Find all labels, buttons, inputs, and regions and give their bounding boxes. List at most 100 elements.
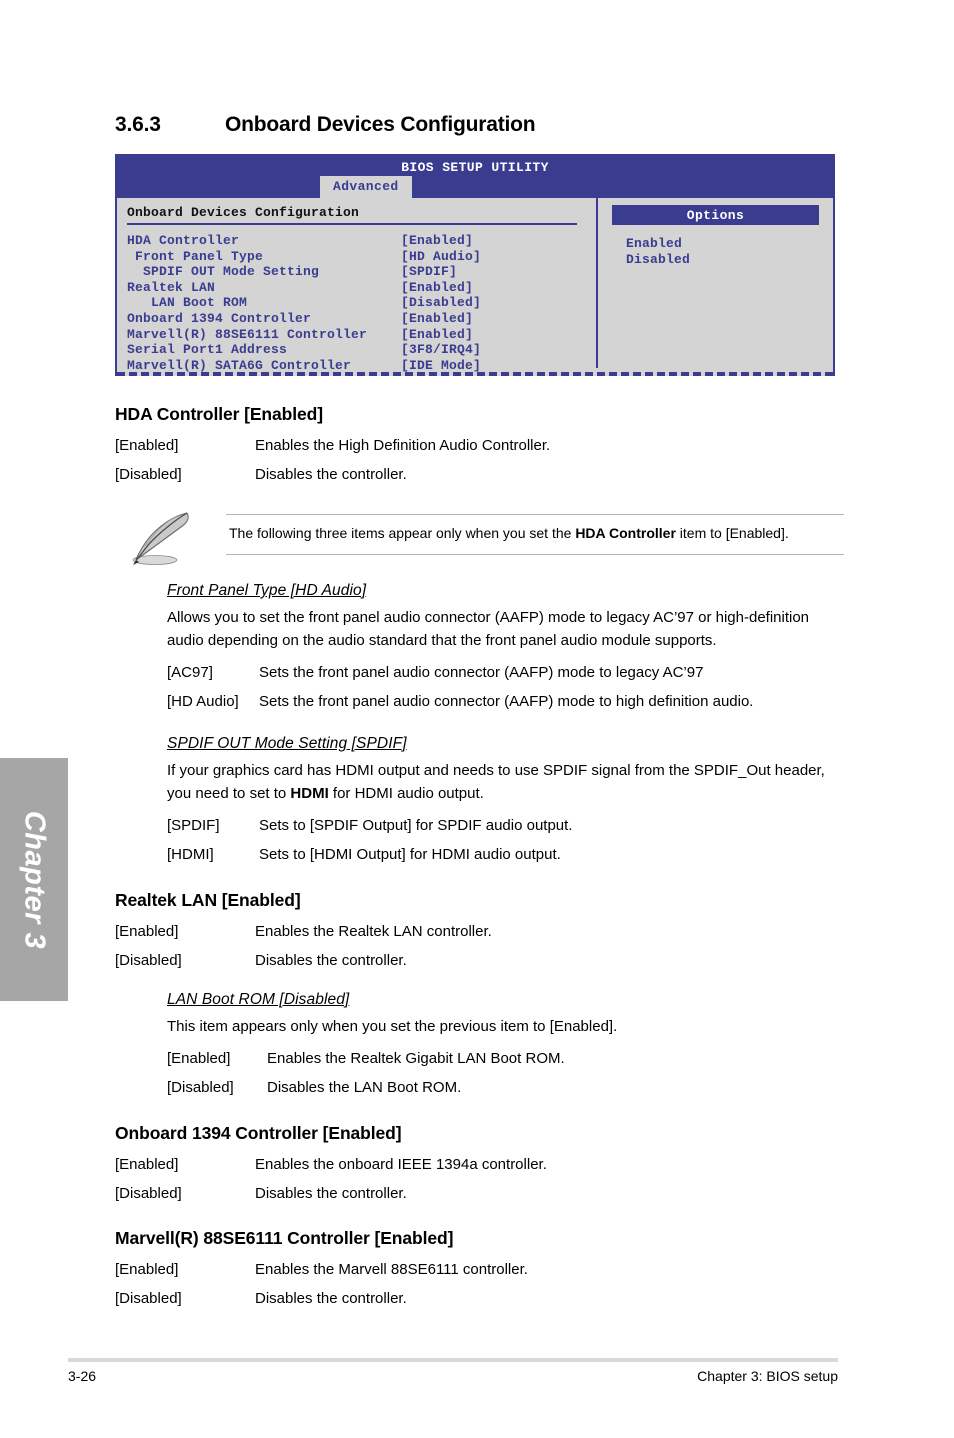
note-text: The following three items appear only wh… xyxy=(229,524,843,542)
bios-setting-value: [IDE Mode] xyxy=(401,357,482,373)
chapter-tab: Chapter 3 xyxy=(0,758,68,1001)
desc-key: [Enabled] xyxy=(167,1050,231,1067)
desc-key: [Enabled] xyxy=(115,1156,179,1173)
bios-setting-label: SPDIF OUT Mode Setting xyxy=(127,264,320,280)
note-text-bold: HDA Controller xyxy=(575,525,676,541)
heading-lan-boot-rom: LAN Boot ROM [Disabled] xyxy=(167,991,350,1008)
bios-setting-label: Onboard 1394 Controller xyxy=(127,310,312,326)
option-item[interactable]: Enabled xyxy=(626,236,833,252)
desc-key: [Disabled] xyxy=(115,1290,182,1307)
bios-body: Onboard Devices Configuration HDA Contro… xyxy=(117,198,833,373)
bios-setting-row[interactable]: Onboard 1394 Controller [Enabled] xyxy=(127,311,596,327)
desc-key: [HD Audio] xyxy=(167,693,239,710)
spdif-para-before: If your graphics card has HDMI output an… xyxy=(167,762,825,802)
bios-setting-value: [Disabled] xyxy=(401,295,482,311)
desc-key: [AC97] xyxy=(167,664,213,681)
bios-setting-row[interactable]: Front Panel Type [HD Audio] xyxy=(127,249,596,265)
heading-realtek-lan: Realtek LAN [Enabled] xyxy=(115,890,301,910)
desc-row: [Disabled] Disables the controller. xyxy=(115,952,837,969)
paragraph-lan-boot-rom: This item appears only when you set the … xyxy=(167,1018,618,1035)
bios-setup-screenshot: BIOS SETUP UTILITY Advanced Onboard Devi… xyxy=(115,154,835,376)
desc-key: [Disabled] xyxy=(115,1185,182,1202)
option-item[interactable]: Disabled xyxy=(626,252,833,268)
desc-row: [Disabled] Disables the controller. xyxy=(115,1290,837,1307)
bios-setting-value: [Enabled] xyxy=(401,233,474,248)
bios-setting-row[interactable]: Realtek LAN [Enabled] xyxy=(127,280,596,296)
page-footer: 3-26 Chapter 3: BIOS setup xyxy=(68,1368,838,1384)
subsection-spdif-out: SPDIF OUT Mode Setting [SPDIF] If your g… xyxy=(167,735,837,863)
desc-value: Disables the controller. xyxy=(255,1290,407,1307)
bios-setting-value: [Enabled] xyxy=(401,326,474,342)
desc-row: [AC97] Sets the front panel audio connec… xyxy=(167,664,837,681)
bios-setting-row[interactable]: Marvell(R) SATA6G Controller [IDE Mode] xyxy=(127,358,596,374)
bios-setting-value: [Enabled] xyxy=(401,279,474,295)
desc-key: [SPDIF] xyxy=(167,817,220,834)
bios-setting-label: Marvell(R) 88SE6111 Controller xyxy=(127,326,368,342)
bios-setting-label: Serial Port1 Address xyxy=(127,342,288,358)
section-title: Onboard Devices Configuration xyxy=(225,113,536,136)
options-list: Enabled Disabled xyxy=(626,236,833,267)
desc-key: [Enabled] xyxy=(115,437,179,454)
heading-front-panel-type: Front Panel Type [HD Audio] xyxy=(167,582,367,599)
desc-key: [Enabled] xyxy=(115,923,179,940)
desc-row: [Disabled] Disables the controller. xyxy=(115,1185,837,1202)
bios-setting-row[interactable]: Marvell(R) 88SE6111 Controller [Enabled] xyxy=(127,327,596,343)
desc-row: [Disabled] Disables the LAN Boot ROM. xyxy=(167,1079,837,1096)
desc-value: Disables the controller. xyxy=(255,466,407,483)
desc-value: Sets to [HDMI Output] for HDMI audio out… xyxy=(259,846,561,863)
paragraph-spdif-out: If your graphics card has HDMI output an… xyxy=(167,759,837,805)
bios-setting-row[interactable]: Serial Port1 Address [3F8/IRQ4] xyxy=(127,342,596,358)
desc-key: [Disabled] xyxy=(167,1079,234,1096)
options-header: Options xyxy=(612,205,819,225)
desc-row: [Enabled] Enables the High Definition Au… xyxy=(115,437,837,454)
bios-setting-row[interactable]: SPDIF OUT Mode Setting [SPDIF] xyxy=(127,264,596,280)
desc-row: [Enabled] Enables the Realtek LAN contro… xyxy=(115,923,837,940)
bios-setting-row[interactable]: LAN Boot ROM [Disabled] xyxy=(127,295,596,311)
subsection-front-panel-type: Front Panel Type [HD Audio] Allows you t… xyxy=(167,582,837,710)
bios-setting-value: [HD Audio] xyxy=(401,248,482,264)
desc-list-marvell: [Enabled] Enables the Marvell 88SE6111 c… xyxy=(115,1261,837,1307)
desc-row: [Disabled] Disables the controller. xyxy=(115,466,837,483)
bios-setting-label: HDA Controller xyxy=(127,233,240,248)
bios-setting-row[interactable]: HDA Controller [Enabled] xyxy=(127,233,596,249)
bios-setting-label: Marvell(R) SATA6G Controller xyxy=(127,357,352,373)
desc-list-hda: [Enabled] Enables the High Definition Au… xyxy=(115,437,837,483)
subsection-lan-boot-rom: LAN Boot ROM [Disabled] This item appear… xyxy=(167,991,837,1096)
bios-setting-value: [SPDIF] xyxy=(401,264,458,280)
paragraph-front-panel-type: Allows you to set the front panel audio … xyxy=(167,609,810,649)
desc-row: [SPDIF] Sets to [SPDIF Output] for SPDIF… xyxy=(167,817,837,834)
desc-key: [Disabled] xyxy=(115,952,182,969)
bios-settings-pane: Onboard Devices Configuration HDA Contro… xyxy=(117,198,598,373)
desc-key: [Disabled] xyxy=(115,466,182,483)
heading-marvell-88se6111: Marvell(R) 88SE6111 Controller [Enabled] xyxy=(115,1228,454,1248)
bios-setting-label: Front Panel Type xyxy=(127,248,264,264)
bios-setting-value: [Enabled] xyxy=(401,310,474,326)
bios-setting-value: [3F8/IRQ4] xyxy=(401,342,482,358)
desc-value: Enables the onboard IEEE 1394a controlle… xyxy=(255,1156,547,1173)
desc-value: Disables the controller. xyxy=(255,1185,407,1202)
bios-options-pane: Options Enabled Disabled xyxy=(598,198,833,368)
bios-setting-label: LAN Boot ROM xyxy=(127,295,248,311)
note-rule-top xyxy=(226,514,844,515)
desc-list-realtek: [Enabled] Enables the Realtek LAN contro… xyxy=(115,923,837,969)
footer-chapter-label: Chapter 3: BIOS setup xyxy=(697,1368,838,1384)
desc-key: [HDMI] xyxy=(167,846,214,863)
desc-value: Disables the LAN Boot ROM. xyxy=(267,1079,462,1096)
desc-key: [Enabled] xyxy=(115,1261,179,1278)
desc-value: Enables the Realtek Gigabit LAN Boot ROM… xyxy=(267,1050,565,1067)
bios-setting-label: Realtek LAN xyxy=(127,279,216,295)
note-box: The following three items appear only wh… xyxy=(122,506,844,565)
desc-value: Sets the front panel audio connector (AA… xyxy=(259,664,704,681)
desc-value: Enables the Realtek LAN controller. xyxy=(255,923,492,940)
tab-advanced[interactable]: Advanced xyxy=(320,176,412,198)
section-number: 3.6.3 xyxy=(115,113,161,136)
desc-row: [HD Audio] Sets the front panel audio co… xyxy=(167,693,837,710)
spdif-para-after: for HDMI audio output. xyxy=(328,785,484,802)
section-heading: 3.6.3 Onboard Devices Configuration xyxy=(115,113,837,137)
chapter-tab-label: Chapter 3 xyxy=(18,810,51,949)
footer-divider xyxy=(68,1358,838,1362)
heading-onboard-1394: Onboard 1394 Controller [Enabled] xyxy=(115,1123,402,1143)
page-content: 3.6.3 Onboard Devices Configuration BIOS… xyxy=(115,0,844,1307)
desc-value: Enables the High Definition Audio Contro… xyxy=(255,437,551,454)
heading-hda-controller: HDA Controller [Enabled] xyxy=(115,404,323,424)
